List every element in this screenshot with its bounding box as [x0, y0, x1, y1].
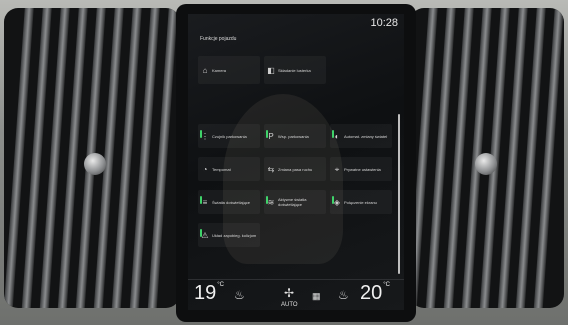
- left-vent-knob[interactable]: [84, 153, 106, 175]
- grid-tile-cruise[interactable]: ◔ Tempomat: [198, 157, 260, 181]
- fan-icon[interactable]: ✢: [284, 286, 294, 300]
- indicator-on: [332, 130, 334, 138]
- grid-tile-auto-lights[interactable]: ◐ Automat. zmiany świateł: [330, 124, 392, 148]
- right-vent-knob[interactable]: [475, 153, 497, 175]
- right-seat-heat-icon[interactable]: ♨: [338, 288, 349, 302]
- grid-tile-park-assist[interactable]: P Wsp. parkowania: [264, 124, 326, 148]
- infotainment-screen: 10:28 Funkcje pojazdu ⌂ Kamera ◧ Składan…: [188, 14, 404, 310]
- lane-change-icon: ⇆: [267, 164, 275, 174]
- indicator-on: [266, 130, 268, 138]
- indicator-on: [332, 196, 334, 204]
- right-air-vent: [410, 8, 564, 308]
- indicator-on: [200, 229, 202, 237]
- camera-tile[interactable]: ⌂ Kamera: [198, 56, 260, 84]
- grid-tile-lane-change[interactable]: ⇆ Zmiana pasa ruchu: [264, 157, 326, 181]
- cruise-control-icon: ◔: [202, 164, 208, 174]
- left-seat-heat-icon[interactable]: ♨: [234, 288, 245, 302]
- rear-defrost-icon[interactable]: ▦: [312, 291, 321, 302]
- privacy-icon: ⌖: [334, 164, 340, 174]
- fan-mode-label: AUTO: [281, 302, 298, 308]
- climate-bar: 19°C ♨ ✢ AUTO ▦ ♨ 20°C: [188, 279, 404, 310]
- status-clock: 10:28: [370, 17, 398, 29]
- grid-tile-cornering-light[interactable]: ≡ Światła doświetlające: [198, 190, 260, 214]
- mirror-fold-tile[interactable]: ◧ Składanie lusterka: [264, 56, 326, 84]
- camera-icon: ⌂: [202, 65, 208, 75]
- indicator-on: [200, 196, 202, 204]
- page-title: Funkcje pojazdu: [200, 36, 237, 42]
- right-temperature[interactable]: 20°C: [360, 282, 390, 305]
- indicator-on: [266, 196, 268, 204]
- indicator-on: [200, 130, 202, 138]
- grid-tile-privacy[interactable]: ⌖ Prywatne ustawienia: [330, 157, 392, 181]
- left-air-vent: [4, 8, 180, 308]
- grid-tile-park-sensor[interactable]: ⋮ Czujnik parkowania: [198, 124, 260, 148]
- grid-tile-screen-link[interactable]: ◈ Połączenie ekranu: [330, 190, 392, 214]
- grid-tile-active-light[interactable]: ≋ Aktywne światła doświetlające: [264, 190, 326, 214]
- scrollbar[interactable]: [398, 114, 400, 274]
- mirror-fold-icon: ◧: [267, 65, 275, 75]
- grid-tile-collision[interactable]: ⚠ Układ zapobieg. kolizjom: [198, 223, 260, 247]
- left-temperature[interactable]: 19°C: [194, 282, 224, 305]
